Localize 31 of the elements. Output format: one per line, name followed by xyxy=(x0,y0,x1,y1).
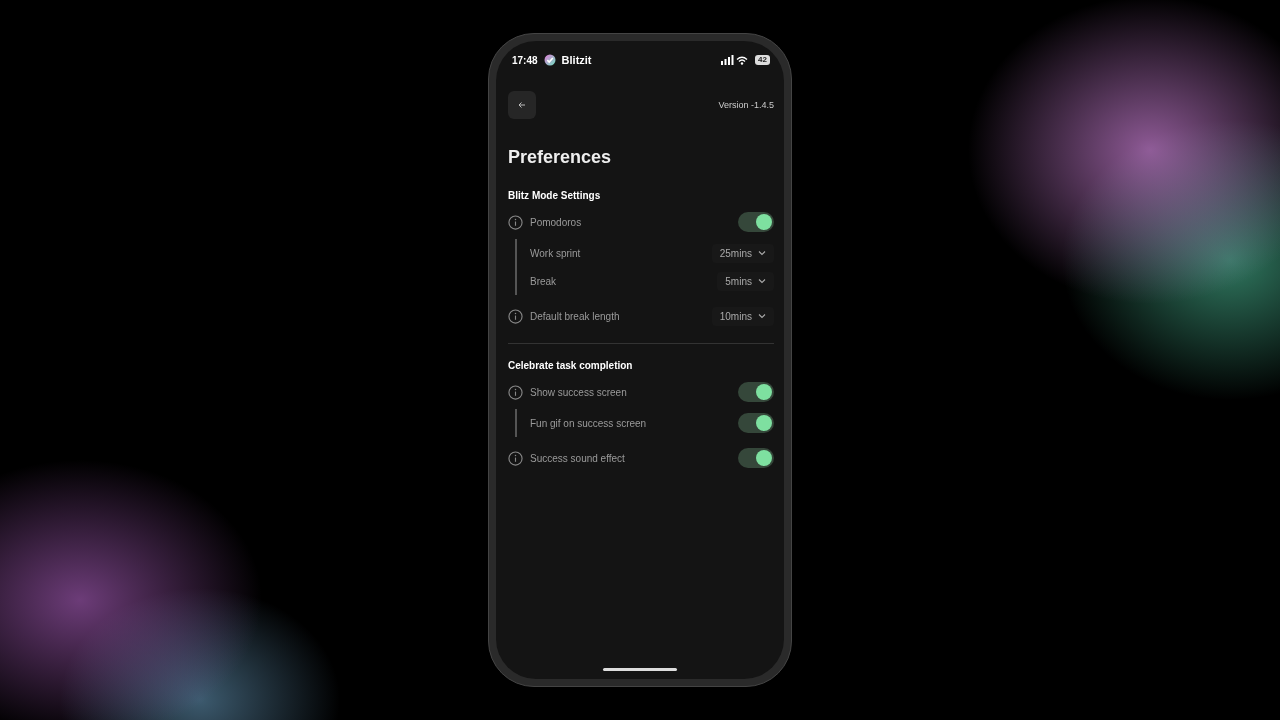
section-title: Blitz Mode Settings xyxy=(508,190,602,201)
version-text: Version -1.4.5 xyxy=(718,100,774,110)
setting-label: Break xyxy=(530,275,558,287)
setting-label: Pomodoros xyxy=(530,216,583,228)
toggle-switch[interactable] xyxy=(738,448,774,468)
chevron-down-icon xyxy=(758,250,766,256)
page-title: Preferences xyxy=(508,147,613,168)
info-icon[interactable] xyxy=(508,384,523,400)
setting-label: Work sprint xyxy=(530,247,582,259)
setting-label: Show success screen xyxy=(530,386,628,398)
toggle-switch[interactable] xyxy=(738,382,774,402)
info-icon[interactable] xyxy=(508,214,523,230)
app-name: Blitzit xyxy=(561,54,592,66)
setting-label: Default break length xyxy=(530,310,621,322)
battery-level: 42 xyxy=(755,55,770,65)
clock-time: 17:48 xyxy=(512,54,538,66)
info-icon[interactable] xyxy=(508,450,523,466)
info-icon[interactable] xyxy=(508,308,523,324)
chevron-down-icon xyxy=(758,278,766,284)
duration-dropdown[interactable]: 10mins xyxy=(711,306,774,326)
signal-icon xyxy=(721,55,750,65)
duration-dropdown[interactable]: 25mins xyxy=(711,243,774,263)
setting-label: Success sound effect xyxy=(530,452,626,464)
toggle-switch[interactable] xyxy=(738,413,774,433)
setting-label: Fun gif on success screen xyxy=(530,417,648,429)
duration-dropdown[interactable]: 5mins xyxy=(717,271,774,291)
section-title: Celebrate task completion xyxy=(508,360,634,371)
check-logo-icon xyxy=(543,54,556,66)
back-arrow-icon xyxy=(517,100,527,110)
chevron-down-icon xyxy=(758,313,766,319)
toggle-switch[interactable] xyxy=(738,212,774,232)
